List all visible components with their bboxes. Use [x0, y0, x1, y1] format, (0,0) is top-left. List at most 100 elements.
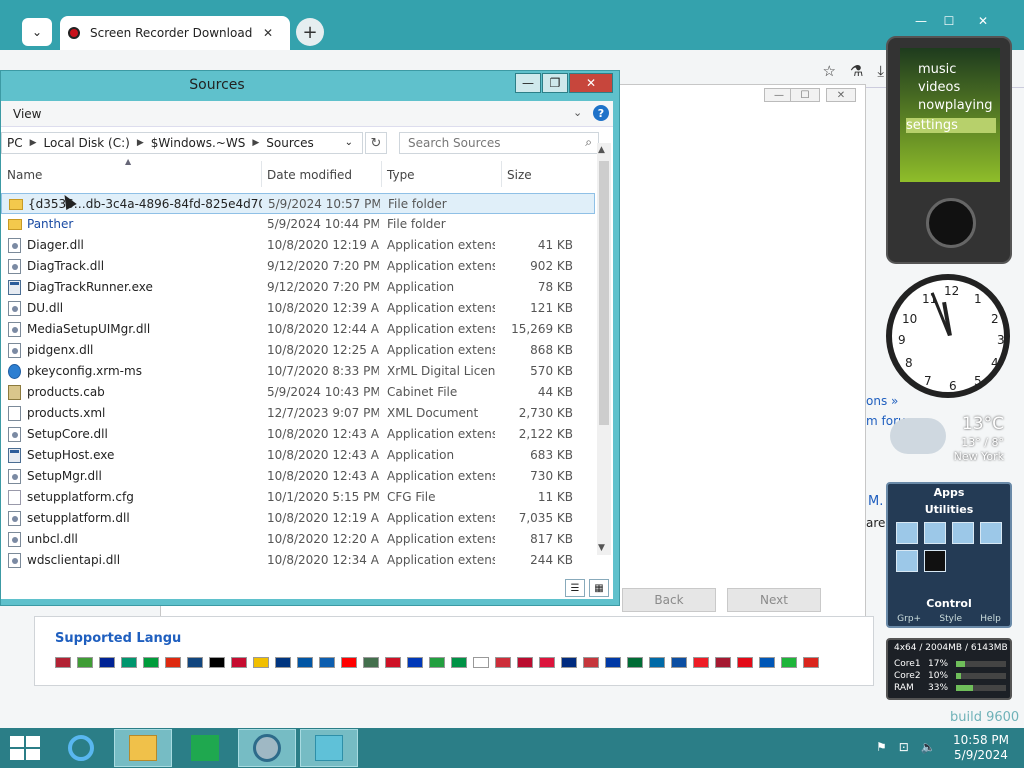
- flag-icon[interactable]: [363, 657, 379, 668]
- flag-icon[interactable]: [539, 657, 555, 668]
- file-row[interactable]: SetupCore.dll 10/8/2020 12:43 AM Applicati…: [1, 424, 595, 445]
- scroll-thumb[interactable]: [599, 161, 609, 425]
- explorer-titlebar[interactable]: Sources — ❐ ✕: [1, 71, 621, 101]
- download-icon[interactable]: ⤓: [877, 62, 884, 80]
- back-button[interactable]: Back: [622, 588, 716, 612]
- taskbar-internet-explorer[interactable]: [52, 729, 110, 767]
- setup-close-button[interactable]: ✕: [826, 88, 856, 102]
- volume-muted-icon[interactable]: 🔈: [921, 740, 936, 754]
- chevron-down-icon[interactable]: ⌄: [345, 137, 353, 148]
- file-row[interactable]: SetupMgr.dll 10/8/2020 12:43 AM Applicatio…: [1, 466, 595, 487]
- breadcrumb-item[interactable]: Sources: [266, 136, 313, 150]
- flag-icon[interactable]: [671, 657, 687, 668]
- document-icon[interactable]: [952, 522, 974, 544]
- scroll-down-icon[interactable]: ▼: [598, 543, 605, 553]
- flag-icon[interactable]: [583, 657, 599, 668]
- refresh-button[interactable]: ↻: [365, 132, 387, 154]
- chevron-right-icon[interactable]: ▶: [30, 138, 37, 148]
- column-header-type[interactable]: Type: [387, 168, 415, 182]
- network-icon[interactable]: ⊡: [899, 740, 909, 754]
- flag-icon[interactable]: [165, 657, 181, 668]
- tab-list-dropdown-button[interactable]: ⌄: [22, 18, 52, 46]
- explorer-maximize-button[interactable]: ❐: [542, 73, 568, 93]
- file-row[interactable]: wdsclientapi.dll 10/8/2020 12:34 AM Applic…: [1, 550, 595, 571]
- taskbar-task-scheduler[interactable]: [300, 729, 358, 767]
- zune-menu-music[interactable]: music: [918, 62, 956, 77]
- browser-close-button[interactable]: ✕: [968, 12, 998, 30]
- column-header-date[interactable]: Date modified: [267, 168, 352, 182]
- tab-close-icon[interactable]: ✕: [263, 26, 273, 40]
- help-icon[interactable]: ?: [593, 105, 609, 121]
- flag-icon[interactable]: [495, 657, 511, 668]
- breadcrumb-item[interactable]: $Windows.~WS: [151, 136, 246, 150]
- search-input[interactable]: Search Sources ⌕: [399, 132, 599, 154]
- flag-icon[interactable]: [561, 657, 577, 668]
- flag-icon[interactable]: [187, 657, 203, 668]
- file-row[interactable]: DiagTrackRunner.exe 9/12/2020 7:20 PM Appl…: [1, 277, 595, 298]
- file-row[interactable]: unbcl.dll 10/8/2020 12:20 AM Application e…: [1, 529, 595, 550]
- flag-icon[interactable]: [231, 657, 247, 668]
- column-header-name[interactable]: Name: [7, 168, 42, 182]
- scanner-icon[interactable]: [924, 522, 946, 544]
- large-icons-view-icon[interactable]: ▦: [589, 579, 609, 597]
- flag-icon[interactable]: [143, 657, 159, 668]
- flag-icon[interactable]: [781, 657, 797, 668]
- flag-icon[interactable]: [473, 657, 489, 668]
- flag-icon[interactable]: [99, 657, 115, 668]
- flag-icon[interactable]: [209, 657, 225, 668]
- flag-notification-icon[interactable]: ⚑: [876, 740, 887, 754]
- taskbar-clock[interactable]: 10:58 PM 5/9/2024: [944, 733, 1018, 763]
- flag-icon[interactable]: [605, 657, 621, 668]
- column-divider[interactable]: [381, 161, 382, 187]
- file-row[interactable]: setupplatform.dll 10/8/2020 12:19 AM Appli…: [1, 508, 595, 529]
- flag-icon[interactable]: [429, 657, 445, 668]
- file-row[interactable]: MediaSetupUIMgr.dll 10/8/2020 12:44 AM App…: [1, 319, 595, 340]
- file-row[interactable]: pidgenx.dll 10/8/2020 12:25 AM Application…: [1, 340, 595, 361]
- flag-icon[interactable]: [55, 657, 71, 668]
- start-button[interactable]: [8, 736, 40, 760]
- column-divider[interactable]: [261, 161, 262, 187]
- zune-menu-settings[interactable]: settings: [906, 118, 996, 133]
- apps-footer-style[interactable]: Style: [939, 614, 962, 624]
- chevron-right-icon[interactable]: ▶: [252, 138, 259, 148]
- flag-icon[interactable]: [451, 657, 467, 668]
- chevron-right-icon[interactable]: ▶: [137, 138, 144, 148]
- flag-icon[interactable]: [693, 657, 709, 668]
- file-row[interactable]: setupplatform.cfg 10/1/2020 5:15 PM CFG Fi…: [1, 487, 595, 508]
- file-row[interactable]: {d3536…db-3c4a-4896-84fd-825e4d700b4f}5/…: [1, 193, 595, 214]
- flag-icon[interactable]: [407, 657, 423, 668]
- notepad-icon[interactable]: [896, 550, 918, 572]
- file-row[interactable]: products.cab 5/9/2024 10:43 PM Cabinet Fil…: [1, 382, 595, 403]
- breadcrumb-item[interactable]: PC: [7, 136, 23, 150]
- ribbon-expand-icon[interactable]: ⌄: [573, 106, 582, 119]
- explorer-minimize-button[interactable]: —: [515, 73, 541, 93]
- file-row[interactable]: Diager.dll 10/8/2020 12:19 AM Application …: [1, 235, 595, 256]
- paint-icon[interactable]: [980, 522, 1002, 544]
- labs-flask-icon[interactable]: ⚗: [850, 62, 863, 80]
- flag-icon[interactable]: [253, 657, 269, 668]
- file-row[interactable]: SetupHost.exe 10/8/2020 12:43 AM Applicati…: [1, 445, 595, 466]
- browser-maximize-button[interactable]: ☐: [934, 12, 964, 30]
- column-header-size[interactable]: Size: [507, 168, 532, 182]
- zune-menu-nowplaying[interactable]: nowplaying: [918, 98, 992, 113]
- ribbon-tab-view[interactable]: View: [13, 107, 41, 121]
- peek-link-options[interactable]: ons »: [866, 394, 898, 408]
- apps-footer-grp[interactable]: Grp+: [897, 614, 921, 624]
- browser-tab[interactable]: Screen Recorder Download - B ✕: [60, 16, 290, 50]
- file-row[interactable]: DiagTrack.dll 9/12/2020 7:20 PM Applicatio…: [1, 256, 595, 277]
- flag-icon[interactable]: [77, 657, 93, 668]
- flag-icon[interactable]: [121, 657, 137, 668]
- flag-icon[interactable]: [275, 657, 291, 668]
- scroll-up-icon[interactable]: ▲: [598, 145, 605, 155]
- breadcrumb-item[interactable]: Local Disk (C:): [44, 136, 130, 150]
- flag-icon[interactable]: [319, 657, 335, 668]
- folder-icon[interactable]: [896, 522, 918, 544]
- column-divider[interactable]: [501, 161, 502, 187]
- setup-maximize-button[interactable]: ☐: [790, 88, 820, 102]
- details-view-icon[interactable]: ☰: [565, 579, 585, 597]
- flag-icon[interactable]: [803, 657, 819, 668]
- flag-icon[interactable]: [715, 657, 731, 668]
- file-row[interactable]: Panther 5/9/2024 10:44 PM File folder: [1, 214, 595, 235]
- zune-control-pad[interactable]: [926, 198, 976, 248]
- file-row[interactable]: pkeyconfig.xrm-ms 10/7/2020 8:33 PM XrML D…: [1, 361, 595, 382]
